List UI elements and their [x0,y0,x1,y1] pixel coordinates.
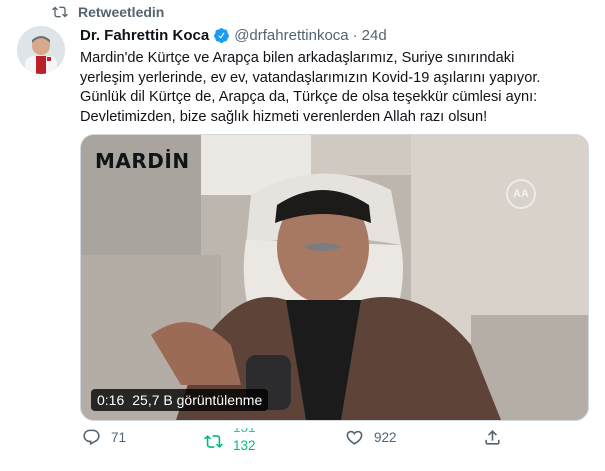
video-thumbnail [81,135,588,420]
aa-logo-icon: AA [506,179,536,209]
retweet-count-old: 131 [233,428,256,435]
like-icon [346,430,363,445]
share-icon [485,430,500,445]
author-handle[interactable]: @drfahrettinkoca [234,27,348,44]
video-overlay-title: MARDİN [95,149,190,173]
tweet-actions: 71 131 132 922 [80,428,585,454]
avatar[interactable] [17,26,65,74]
avatar-image [17,26,65,74]
tweet-line: Devletimizden, bize sağlık hizmeti veren… [80,108,488,125]
video-duration: 0:16 [97,392,125,408]
separator-dot: · [352,27,358,44]
like-count: 922 [374,430,397,445]
video-view-count: 25,7 B görüntülenme [132,392,263,408]
tweet-header: Dr. Fahrettin Koca @drfahrettinkoca · 24… [80,27,387,44]
reply-icon [83,429,100,446]
reply-count: 71 [111,430,127,445]
share-button[interactable] [483,428,502,447]
retweet-count: 131 132 [233,428,263,454]
verified-badge-icon [214,28,230,43]
tweet-text: Mardin'de Kürtçe ve Arapça bilen arkadaş… [80,49,585,127]
retweeted-by-row: Retweetledin [52,2,164,22]
author-name[interactable]: Dr. Fahrettin Koca [80,27,209,44]
retweeted-label[interactable]: Retweetledin [78,4,164,20]
retweet-icon [204,434,223,448]
tweet-line: Mardin'de Kürtçe ve Arapça bilen arkadaş… [80,50,515,66]
tweet-timestamp[interactable]: 24d [362,27,387,44]
video-info-pill: 0:16 25,7 B görüntülenme [91,389,269,411]
retweet-icon [52,6,68,18]
reply-button[interactable]: 71 [82,428,126,447]
retweet-button[interactable]: 131 132 [204,428,263,454]
like-button[interactable]: 922 [345,428,397,447]
retweet-count-new: 132 [233,438,256,453]
tweet-line: Günlük dil Kürtçe de, Arapça da, Türkçe … [80,89,538,105]
video-player[interactable]: MARDİN AA 0:16 25,7 B görüntülenme [80,134,589,421]
tweet-line: yerleşim yerlerinde, ev ev, vatandaşları… [80,69,541,86]
